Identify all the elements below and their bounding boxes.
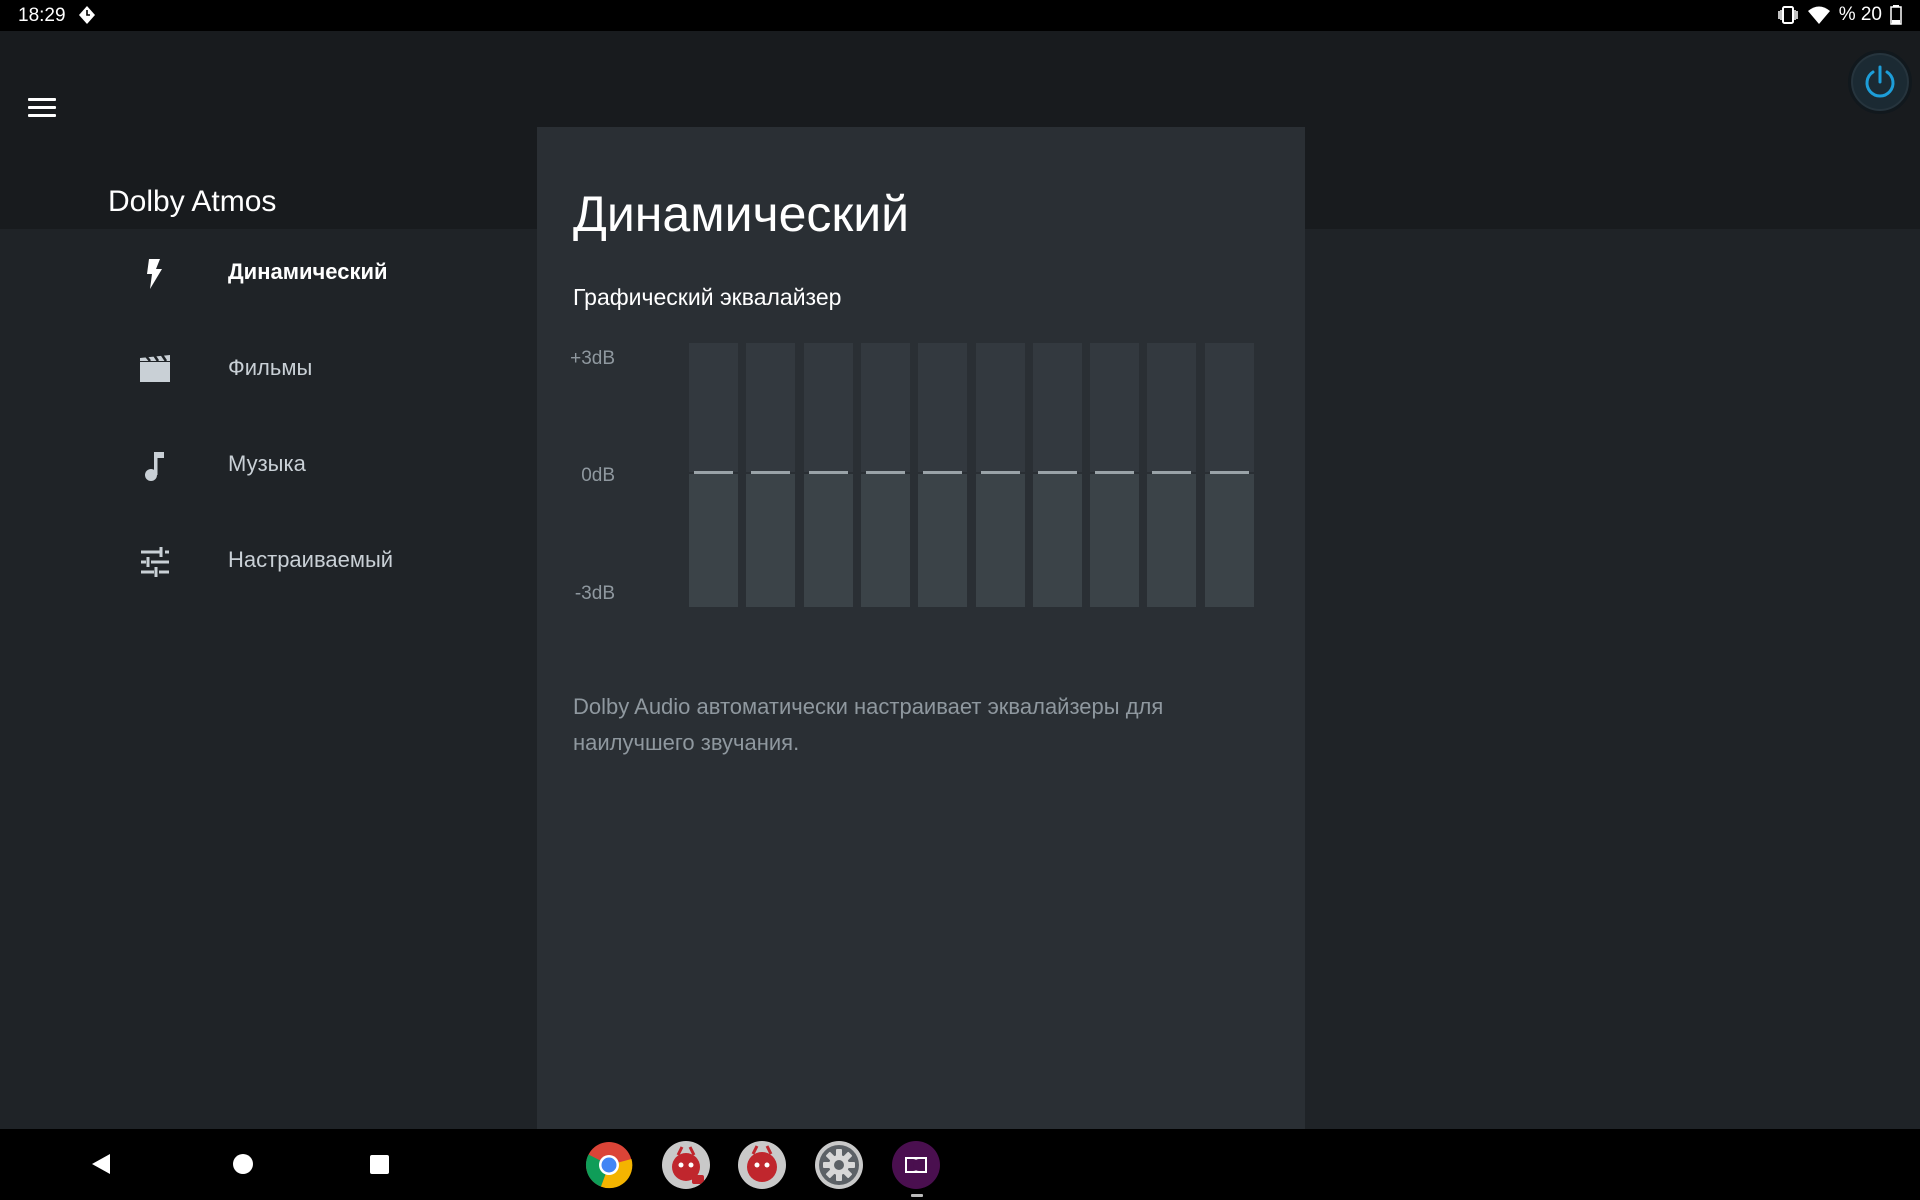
eq-band-level-marker xyxy=(694,471,733,474)
db-label-top: +3dB xyxy=(570,348,615,369)
eq-band-lower-track xyxy=(975,474,1025,607)
eq-band-upper-track xyxy=(975,343,1025,472)
graphic-equalizer xyxy=(689,343,1254,607)
eq-band-upper-track xyxy=(689,343,738,472)
equalizer-sliders-icon xyxy=(141,547,169,577)
eq-band-slider[interactable] xyxy=(1090,343,1140,607)
battery-percentage: % 20 xyxy=(1838,4,1882,25)
dolby-app-icon[interactable] xyxy=(892,1141,940,1189)
eq-band-slider[interactable] xyxy=(803,343,853,607)
eq-band-slider[interactable] xyxy=(1032,343,1082,607)
eq-band-slider[interactable] xyxy=(746,343,796,607)
music-note-icon xyxy=(145,452,164,481)
power-icon xyxy=(1865,65,1895,98)
db-label-bottom: -3dB xyxy=(574,583,615,604)
status-bar: 18:29 % 20 xyxy=(0,0,1920,31)
db-label-middle: 0dB xyxy=(581,465,615,486)
eq-band-slider[interactable] xyxy=(1204,343,1254,607)
sidebar-item-label: Музыка xyxy=(228,451,306,476)
eq-band-upper-track xyxy=(860,343,910,472)
profile-sidebar: Динамический Фильмы Музыка Настраиваемый xyxy=(0,229,537,1129)
eq-band-upper-track xyxy=(1204,343,1254,472)
eq-band-slider[interactable] xyxy=(975,343,1025,607)
status-time: 18:29 xyxy=(18,5,66,26)
app-title: Dolby Atmos xyxy=(108,185,277,218)
back-icon[interactable] xyxy=(90,1152,112,1176)
recents-icon[interactable] xyxy=(370,1155,389,1174)
eq-band-lower-track xyxy=(1032,474,1082,607)
dock-active-indicator xyxy=(911,1194,923,1197)
power-button[interactable] xyxy=(1848,50,1912,114)
movie-clapperboard-icon xyxy=(140,354,170,382)
hamburger-menu-icon[interactable] xyxy=(24,93,60,125)
eq-band-slider[interactable] xyxy=(918,343,968,607)
eq-band-lower-track xyxy=(1090,474,1140,607)
sidebar-item-custom[interactable]: Настраиваемый xyxy=(0,521,537,601)
sidebar-item-movies[interactable]: Фильмы xyxy=(0,329,537,409)
profile-description: Dolby Audio автоматически настраивает эк… xyxy=(573,694,1164,755)
eq-band-lower-track xyxy=(746,474,796,607)
profile-detail-panel: Динамический Графический эквалайзер +3dB… xyxy=(537,127,1305,1129)
eq-band-lower-track xyxy=(1204,474,1254,607)
equalizer-title: Графический эквалайзер xyxy=(573,284,842,310)
eq-band-lower-track xyxy=(1147,474,1197,607)
eq-band-slider[interactable] xyxy=(689,343,738,607)
page-title: Динамический xyxy=(573,186,910,242)
status-right-group: % 20 xyxy=(1777,4,1902,26)
lightning-bolt-icon xyxy=(147,259,162,289)
sidebar-item-label: Настраиваемый xyxy=(228,547,394,572)
antutu-app-icon[interactable] xyxy=(738,1141,786,1189)
notification-diamond-icon xyxy=(79,6,95,24)
eq-band-level-marker xyxy=(1095,471,1135,474)
battery-icon xyxy=(1890,5,1902,25)
eq-band-level-marker xyxy=(923,471,963,474)
eq-band-lower-track xyxy=(689,474,738,607)
eq-band-slider[interactable] xyxy=(1147,343,1197,607)
eq-band-upper-track xyxy=(1147,343,1197,472)
eq-band-upper-track xyxy=(746,343,796,472)
eq-band-lower-track xyxy=(860,474,910,607)
settings-app-icon[interactable] xyxy=(815,1141,863,1189)
eq-band-upper-track xyxy=(1090,343,1140,472)
eq-band-level-marker xyxy=(808,471,848,474)
eq-band-lower-track xyxy=(803,474,853,607)
eq-band-lower-track xyxy=(918,474,968,607)
eq-band-upper-track xyxy=(1032,343,1082,472)
home-icon[interactable] xyxy=(233,1154,253,1174)
sidebar-item-dynamic[interactable]: Динамический xyxy=(0,233,537,313)
chrome-app-icon[interactable] xyxy=(585,1141,633,1189)
sidebar-item-label: Динамический xyxy=(228,259,388,284)
eq-band-level-marker xyxy=(865,471,905,474)
eq-band-slider[interactable] xyxy=(860,343,910,607)
eq-band-level-marker xyxy=(751,471,791,474)
eq-band-upper-track xyxy=(803,343,853,472)
wifi-icon xyxy=(1807,6,1830,24)
sidebar-item-label: Фильмы xyxy=(228,355,313,380)
eq-band-level-marker xyxy=(1037,471,1077,474)
eq-band-upper-track xyxy=(918,343,968,472)
eq-band-level-marker xyxy=(1209,471,1249,474)
eq-band-level-marker xyxy=(980,471,1020,474)
antutu-3d-app-icon[interactable] xyxy=(662,1141,710,1189)
eq-band-level-marker xyxy=(1152,471,1192,474)
sidebar-item-music[interactable]: Музыка xyxy=(0,425,537,505)
system-navigation-bar xyxy=(0,1129,1920,1200)
vibrate-icon xyxy=(1777,6,1798,24)
